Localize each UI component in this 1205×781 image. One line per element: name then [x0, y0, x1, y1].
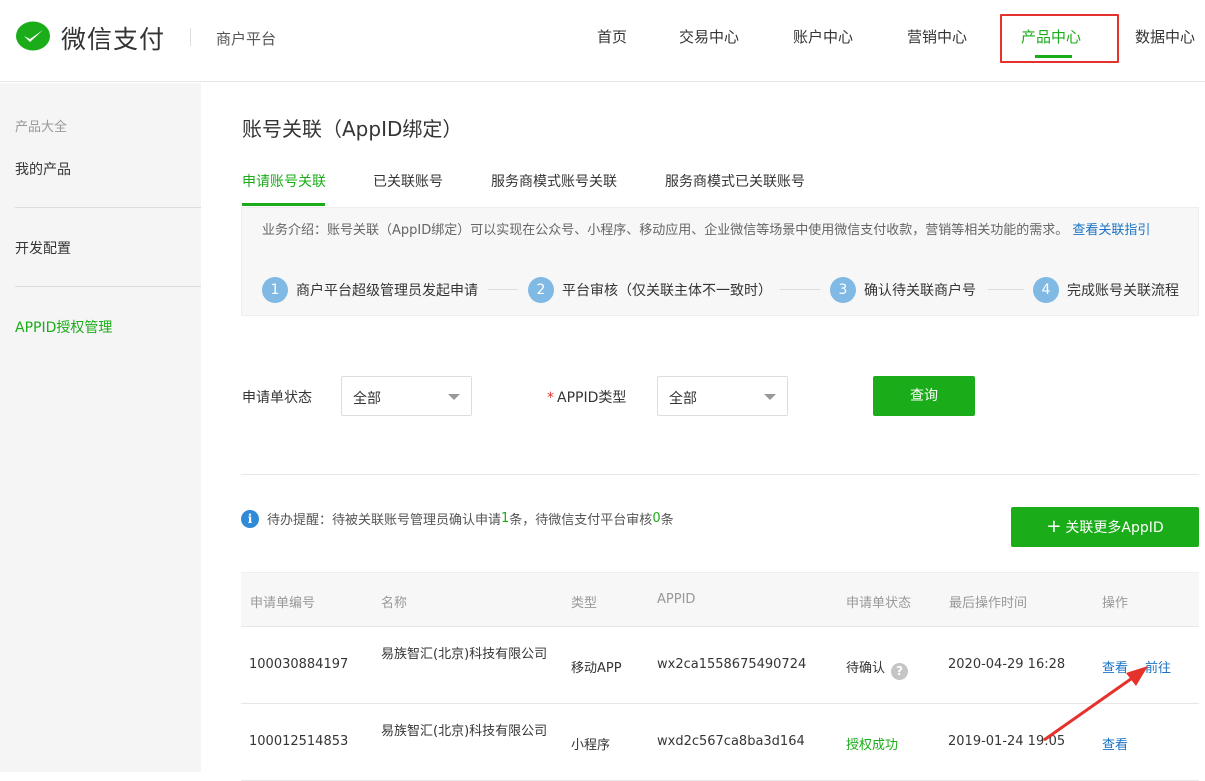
guide-link[interactable]: 查看关联指引	[1072, 223, 1150, 238]
tab-linked-accounts[interactable]: 已关联账号	[373, 171, 443, 191]
cell-status: 授权成功	[846, 738, 899, 753]
sidebar-item-appid-auth[interactable]: APPID授权管理	[15, 317, 112, 337]
info-icon: i	[241, 509, 259, 528]
add-appid-label: 关联更多AppID	[1065, 520, 1164, 536]
col-header-appid: APPID	[657, 592, 696, 607]
status-select[interactable]: 全部	[341, 376, 472, 416]
cell-appid: wx2ca1558675490724	[657, 657, 807, 672]
status-text: 待确认	[846, 661, 886, 676]
sidebar-item-my-products[interactable]: 我的产品	[15, 159, 71, 179]
cell-type: 小程序	[571, 738, 611, 753]
cell-status: 待确认?	[846, 657, 909, 680]
step-connector	[988, 289, 1024, 290]
col-header-id: 申请单编号	[250, 596, 316, 611]
platform-label: 商户平台	[216, 30, 277, 48]
add-appid-button[interactable]: + 关联更多AppID	[1011, 507, 1199, 547]
step-4-number: 4	[1033, 277, 1059, 303]
section-divider	[241, 474, 1199, 475]
tab-sp-mode-link[interactable]: 服务商模式账号关联	[491, 171, 617, 191]
cell-name: 易族智汇(北京)科技有限公司	[381, 724, 548, 739]
nav-marketing-center[interactable]: 营销中心	[907, 26, 967, 47]
step-1-label: 商户平台超级管理员发起申请	[296, 283, 478, 299]
intro-description: 业务介绍：账号关联（AppID绑定）可以实现在公众号、小程序、移动应用、企业微信…	[262, 223, 1069, 238]
appid-type-filter-label: * APPID类型	[547, 387, 626, 407]
header-divider	[190, 28, 191, 46]
red-arrow-icon	[1043, 666, 1148, 742]
step-connector	[488, 289, 518, 290]
sidebar-divider	[15, 286, 201, 287]
col-header-name: 名称	[381, 596, 408, 611]
tab-apply-link[interactable]: 申请账号关联	[242, 171, 326, 191]
step-3-label: 确认待关联商户号	[864, 283, 976, 299]
status-filter-label: 申请单状态	[242, 390, 312, 406]
col-header-type: 类型	[571, 596, 598, 611]
notice-count-confirm: 1	[501, 511, 510, 526]
nav-trade-center[interactable]: 交易中心	[679, 26, 739, 47]
cell-type: 移动APP	[571, 661, 622, 676]
help-question-icon[interactable]: ?	[891, 663, 909, 680]
col-header-time: 最后操作时间	[949, 596, 1028, 611]
tab-sp-mode-linked[interactable]: 服务商模式已关联账号	[665, 171, 805, 191]
step-4-label: 完成账号关联流程	[1067, 283, 1179, 299]
cell-appid: wxd2c567ca8ba3d164	[657, 734, 805, 749]
notice-prefix: 待办提醒：待被关联账号管理员确认申请	[267, 513, 502, 528]
step-2-number: 2	[528, 277, 554, 303]
table-header: 申请单编号 名称 类型 APPID 申请单状态 最后操作时间 操作	[241, 572, 1199, 627]
logo-text: 微信支付	[61, 25, 166, 54]
query-button[interactable]: 查询	[873, 376, 975, 416]
required-marker: *	[547, 390, 554, 406]
status-select-value: 全部	[353, 391, 381, 407]
todo-notice: i 待办提醒：待被关联账号管理员确认申请 1 条，待微信支付平台审核 0 条	[241, 509, 674, 528]
appid-type-label-text: APPID类型	[557, 390, 627, 406]
col-header-status: 申请单状态	[846, 596, 912, 611]
nav-data-center[interactable]: 数据中心	[1135, 26, 1195, 47]
appid-type-select-value: 全部	[669, 391, 697, 407]
step-2-label: 平台审核（仅关联主体不一致时）	[562, 283, 772, 299]
appid-type-select[interactable]: 全部	[657, 376, 788, 416]
caret-down-icon	[764, 394, 776, 400]
page-title: 账号关联（AppID绑定）	[242, 117, 463, 141]
nav-account-center[interactable]: 账户中心	[793, 26, 853, 47]
cell-id: 100012514853	[249, 734, 349, 749]
step-3-number: 3	[830, 277, 856, 303]
highlight-box	[1000, 14, 1119, 63]
wechat-pay-logo-icon	[16, 21, 50, 51]
sidebar-divider	[15, 207, 201, 208]
notice-count-review: 0	[652, 511, 661, 526]
sidebar-item-dev-config[interactable]: 开发配置	[15, 238, 71, 258]
wechat-pay-logo[interactable]: 微信支付	[15, 20, 165, 56]
tab-active-indicator	[242, 203, 325, 206]
top-header: 微信支付 商户平台 首页 交易中心 账户中心 营销中心 产品中心 数据中心	[0, 0, 1205, 82]
sidebar: 产品大全 我的产品 开发配置 APPID授权管理	[0, 83, 201, 772]
caret-down-icon	[448, 394, 460, 400]
cell-name: 易族智汇(北京)科技有限公司	[381, 647, 548, 662]
intro-panel: 业务介绍：账号关联（AppID绑定）可以实现在公众号、小程序、移动应用、企业微信…	[241, 207, 1199, 316]
notice-suffix: 条	[660, 513, 674, 528]
notice-middle: 条，待微信支付平台审核	[509, 513, 653, 528]
intro-text: 业务介绍：账号关联（AppID绑定）可以实现在公众号、小程序、移动应用、企业微信…	[262, 220, 1178, 242]
nav-home[interactable]: 首页	[597, 26, 627, 47]
col-header-actions: 操作	[1102, 596, 1129, 611]
plus-icon: +	[1046, 516, 1062, 537]
step-1-number: 1	[262, 277, 288, 303]
cell-id: 100030884197	[249, 657, 349, 672]
sidebar-section-head: 产品大全	[15, 120, 68, 135]
step-connector	[780, 289, 820, 290]
